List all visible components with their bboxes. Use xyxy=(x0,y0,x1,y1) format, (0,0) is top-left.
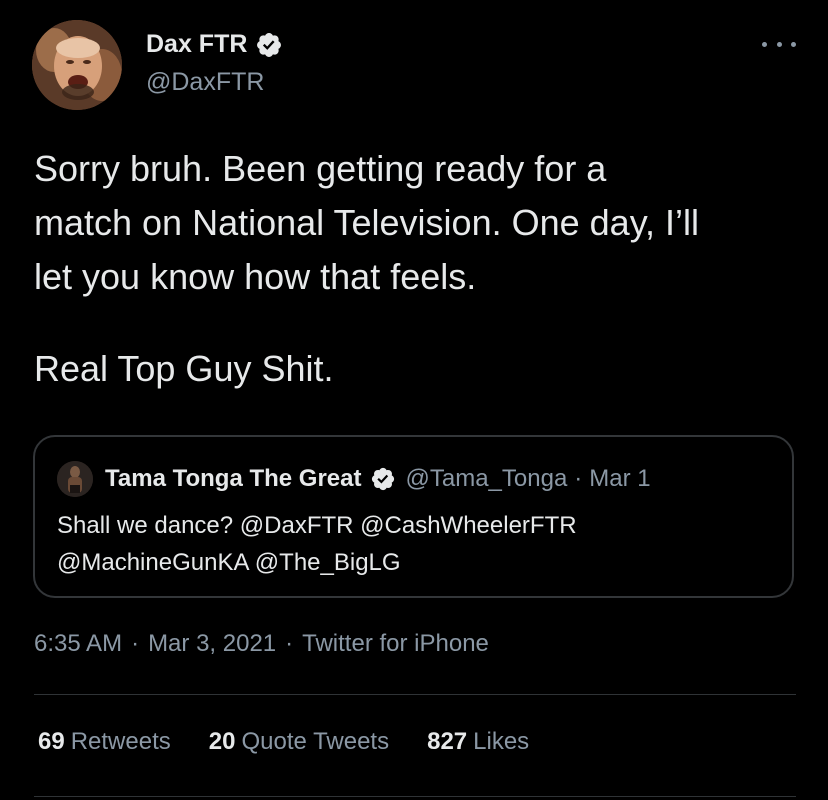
more-dot xyxy=(776,41,782,47)
tweet-line: match on National Television. One day, I… xyxy=(34,202,700,243)
author-avatar[interactable] xyxy=(32,20,122,110)
author-name-text[interactable]: Dax FTR xyxy=(146,30,247,59)
tweet-source[interactable]: Twitter for iPhone xyxy=(302,630,489,658)
tweet-line: Real Top Guy Shit. xyxy=(34,348,334,389)
quoted-tweet-date[interactable]: Mar 1 xyxy=(589,465,650,493)
separator-dot: · xyxy=(131,630,140,657)
likes-label: Likes xyxy=(473,728,530,755)
quoted-tweet-header: Tama Tonga The Great @Tama_Tonga · Mar 1 xyxy=(105,461,651,497)
tweet-stats: 69 Retweets 20 Quote Tweets 827 Likes xyxy=(38,728,567,756)
quoted-author-handle[interactable]: @Tama_Tonga xyxy=(406,465,568,493)
likes-stat[interactable]: 827 Likes xyxy=(427,728,529,756)
verified-badge-icon xyxy=(370,466,396,492)
tweet-date[interactable]: Mar 3, 2021 xyxy=(148,630,276,658)
divider xyxy=(34,796,796,797)
quote-tweets-stat[interactable]: 20 Quote Tweets xyxy=(209,728,389,756)
quoted-author-avatar[interactable] xyxy=(57,461,93,497)
separator-dot: · xyxy=(285,630,294,657)
quoted-author-name[interactable]: Tama Tonga The Great xyxy=(105,465,362,493)
verified-badge-icon xyxy=(255,31,283,59)
author-display-name[interactable]: Dax FTR xyxy=(146,30,283,59)
quote-tweets-label: Quote Tweets xyxy=(241,728,390,755)
likes-count: 827 xyxy=(427,728,468,755)
tweet-meta: 6:35 AM · Mar 3, 2021 · Twitter for iPho… xyxy=(34,630,489,658)
quoted-tweet-line: Shall we dance? @DaxFTR @CashWheelerFTR xyxy=(57,512,577,539)
retweets-label: Retweets xyxy=(70,728,171,755)
more-dot xyxy=(791,41,796,47)
quoted-tweet-text: Shall we dance? @DaxFTR @CashWheelerFTR … xyxy=(57,507,777,581)
quoted-tweet-card[interactable]: Tama Tonga The Great @Tama_Tonga · Mar 1… xyxy=(33,435,794,598)
tweet-time[interactable]: 6:35 AM xyxy=(34,630,122,658)
more-dot xyxy=(762,41,767,47)
quoted-tweet-line: @MachineGunKA @The_BigLG xyxy=(57,549,401,576)
retweets-count: 69 xyxy=(38,728,65,755)
quote-tweets-count: 20 xyxy=(208,728,236,755)
author-handle[interactable]: @DaxFTR xyxy=(146,68,264,97)
tweet-line: Sorry bruh. Been getting ready for a xyxy=(34,148,607,189)
retweets-stat[interactable]: 69 Retweets xyxy=(38,728,171,756)
tweet-text: Sorry bruh. Been getting ready for a mat… xyxy=(34,142,804,396)
more-options-icon[interactable] xyxy=(762,34,796,54)
separator-dot: · xyxy=(574,465,583,492)
tweet-line: let you know how that feels. xyxy=(34,256,477,297)
divider xyxy=(34,694,796,695)
